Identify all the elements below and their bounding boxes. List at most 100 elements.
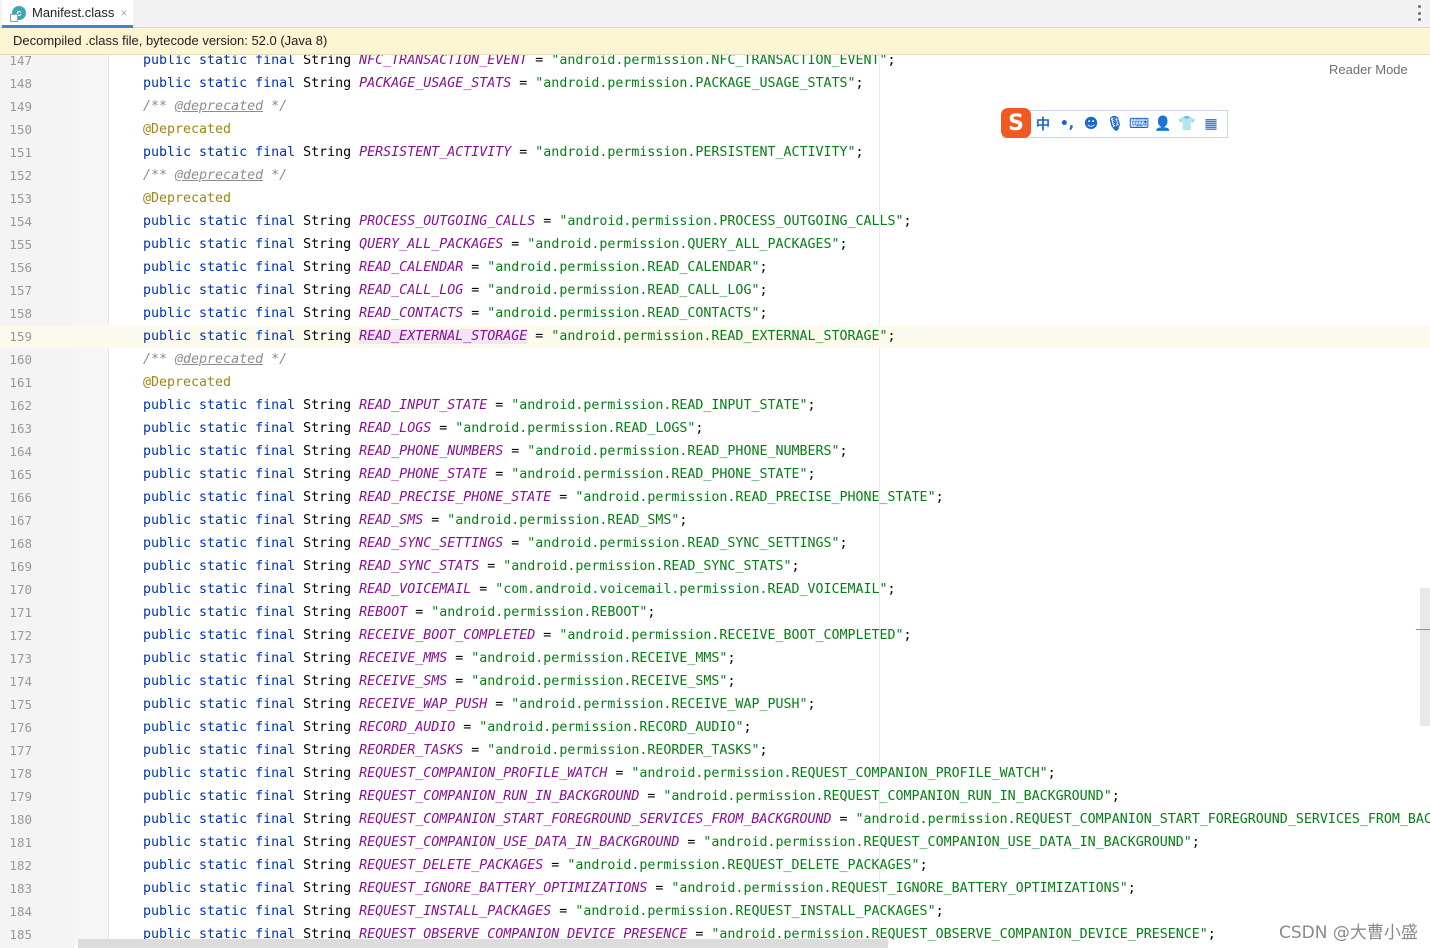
code-line[interactable]: 160 /** @deprecated */: [0, 348, 1430, 371]
javadoc-tag: @deprecated: [175, 99, 264, 114]
line-number: 159: [9, 329, 32, 344]
emoji-icon[interactable]: ☻: [1079, 112, 1103, 136]
code-text: public static final String REORDER_TASKS…: [143, 743, 768, 758]
keyword: public static final: [143, 55, 296, 68]
code-text: public static final String NFC_TRANSACTI…: [143, 55, 896, 68]
toolbox-icon[interactable]: ▦: [1199, 112, 1223, 136]
microphone-icon[interactable]: 🎙: [1103, 112, 1127, 136]
line-number: 183: [9, 881, 32, 896]
code-line[interactable]: 173 public static final String RECEIVE_MM…: [0, 647, 1430, 670]
code-line[interactable]: 156 public static final String READ_CALEN…: [0, 256, 1430, 279]
code-line[interactable]: 170 public static final String READ_VOICE…: [0, 578, 1430, 601]
string-literal: "android.permission.REQUEST_COMPANION_RU…: [663, 789, 1112, 804]
line-number: 147: [9, 55, 32, 68]
code-text: public static final String READ_CALL_LOG…: [143, 283, 768, 298]
code-line[interactable]: 161 @Deprecated: [0, 371, 1430, 394]
code-text: @Deprecated: [143, 371, 231, 394]
code-line[interactable]: 183 public static final String REQUEST_IG…: [0, 877, 1430, 900]
code-line[interactable]: 169 public static final String READ_SYNC_…: [0, 555, 1430, 578]
code-line[interactable]: 153 @Deprecated: [0, 187, 1430, 210]
code-line[interactable]: 157 public static final String READ_CALL_…: [0, 279, 1430, 302]
string-literal: "android.permission.RECEIVE_WAP_PUSH": [511, 697, 808, 712]
string-literal: "android.permission.READ_CALL_LOG": [487, 283, 760, 298]
more-options-icon[interactable]: [1416, 5, 1422, 21]
code-line[interactable]: 179 public static final String REQUEST_CO…: [0, 785, 1430, 808]
code-line[interactable]: 178 public static final String REQUEST_CO…: [0, 762, 1430, 785]
keyword: public static final: [143, 651, 296, 666]
code-line[interactable]: 171 public static final String REBOOT = "…: [0, 601, 1430, 624]
vertical-scrollbar-thumb[interactable]: [1420, 588, 1430, 726]
field-name: READ_LOGS: [359, 421, 432, 436]
code-line[interactable]: 182 public static final String REQUEST_DE…: [0, 854, 1430, 877]
code-line[interactable]: 184 public static final String REQUEST_IN…: [0, 900, 1430, 923]
string-literal: "android.permission.READ_PRECISE_PHONE_S…: [575, 490, 936, 505]
gutter-spacer: [73, 670, 108, 693]
code-line[interactable]: 172 public static final String RECEIVE_BO…: [0, 624, 1430, 647]
doc-comment-open: /**: [143, 168, 176, 183]
string-literal: "android.permission.PACKAGE_USAGE_STATS": [535, 76, 856, 91]
keyword: public static final: [143, 674, 296, 689]
line-number: 172: [9, 628, 32, 643]
code-line[interactable]: 164 public static final String READ_PHONE…: [0, 440, 1430, 463]
code-line[interactable]: 159 public static final String READ_EXTER…: [0, 325, 1430, 348]
ime-toolbar[interactable]: S 中 •, ☻ 🎙 ⌨ 👤 👕 ▦: [1001, 108, 1228, 138]
code-line[interactable]: 163 public static final String READ_LOGS …: [0, 417, 1430, 440]
sogou-logo-icon[interactable]: S: [1001, 108, 1031, 138]
code-text: public static final String RECEIVE_SMS =…: [143, 674, 736, 689]
string-literal: "android.permission.RECEIVE_MMS": [471, 651, 728, 666]
code-line[interactable]: 158 public static final String READ_CONTA…: [0, 302, 1430, 325]
code-line[interactable]: 166 public static final String READ_PRECI…: [0, 486, 1430, 509]
punctuation-icon[interactable]: •,: [1055, 112, 1079, 136]
reader-mode-button[interactable]: Reader Mode: [1329, 62, 1408, 77]
user-icon[interactable]: 👤: [1151, 112, 1175, 136]
code-line[interactable]: 162 public static final String READ_INPUT…: [0, 394, 1430, 417]
code-text: public static final String REQUEST_INSTA…: [143, 904, 944, 919]
keyword: public static final: [143, 467, 296, 482]
string-literal: "android.permission.READ_PHONE_NUMBERS": [527, 444, 840, 459]
tab-manifest-class[interactable]: c Manifest.class ×: [2, 0, 133, 28]
code-line[interactable]: 152 /** @deprecated */: [0, 164, 1430, 187]
code-line[interactable]: 176 public static final String RECORD_AUD…: [0, 716, 1430, 739]
code-line[interactable]: 168 public static final String READ_SYNC_…: [0, 532, 1430, 555]
code-line[interactable]: 151 public static final String PERSISTENT…: [0, 141, 1430, 164]
code-line[interactable]: 155 public static final String QUERY_ALL_…: [0, 233, 1430, 256]
code-line[interactable]: 147 public static final String NFC_TRANSA…: [0, 55, 1430, 72]
field-name: REORDER_TASKS: [359, 743, 464, 758]
code-line[interactable]: 165 public static final String READ_PHONE…: [0, 463, 1430, 486]
field-name: RECEIVE_SMS: [359, 674, 448, 689]
code-text: public static final String READ_EXTERNAL…: [143, 329, 896, 344]
field-name: RECEIVE_WAP_PUSH: [359, 697, 488, 712]
horizontal-scrollbar-thumb[interactable]: [78, 939, 888, 948]
chinese-mode-icon[interactable]: 中: [1031, 112, 1055, 136]
gutter-spacer: [73, 417, 108, 440]
line-number: 153: [9, 191, 32, 206]
gutter-spacer: [73, 601, 108, 624]
keyword: public static final: [143, 605, 296, 620]
code-text: public static final String READ_CONTACTS…: [143, 306, 768, 321]
code-line[interactable]: 175 public static final String RECEIVE_WA…: [0, 693, 1430, 716]
code-line[interactable]: 148 public static final String PACKAGE_US…: [0, 72, 1430, 95]
annotation: @Deprecated: [143, 122, 232, 137]
keyword: public static final: [143, 881, 296, 896]
string-literal: "android.permission.REQUEST_COMPANION_ST…: [855, 812, 1430, 827]
keyword: public static final: [143, 513, 296, 528]
code-text: public static final String READ_SYNC_STA…: [143, 559, 800, 574]
code-line[interactable]: 181 public static final String REQUEST_CO…: [0, 831, 1430, 854]
gutter-spacer: [73, 486, 108, 509]
code-line[interactable]: 167 public static final String READ_SMS =…: [0, 509, 1430, 532]
annotation: @Deprecated: [143, 191, 232, 206]
code-text: public static final String RECEIVE_MMS =…: [143, 651, 736, 666]
code-line[interactable]: 177 public static final String REORDER_TA…: [0, 739, 1430, 762]
close-icon[interactable]: ×: [120, 6, 127, 20]
code-editor[interactable]: 147 public static final String NFC_TRANSA…: [0, 55, 1430, 948]
field-name: PERSISTENT_ACTIVITY: [359, 145, 512, 160]
code-text: public static final String REQUEST_COMPA…: [143, 812, 1430, 827]
code-line[interactable]: 180 public static final String REQUEST_CO…: [0, 808, 1430, 831]
skin-icon[interactable]: 👕: [1175, 112, 1199, 136]
javadoc-tag: @deprecated: [175, 168, 264, 183]
code-line[interactable]: 174 public static final String RECEIVE_SM…: [0, 670, 1430, 693]
keyboard-icon[interactable]: ⌨: [1127, 112, 1151, 136]
code-line[interactable]: 154 public static final String PROCESS_OU…: [0, 210, 1430, 233]
code-text: public static final String READ_CALENDAR…: [143, 260, 768, 275]
string-literal: "android.permission.REQUEST_COMPANION_US…: [703, 835, 1192, 850]
